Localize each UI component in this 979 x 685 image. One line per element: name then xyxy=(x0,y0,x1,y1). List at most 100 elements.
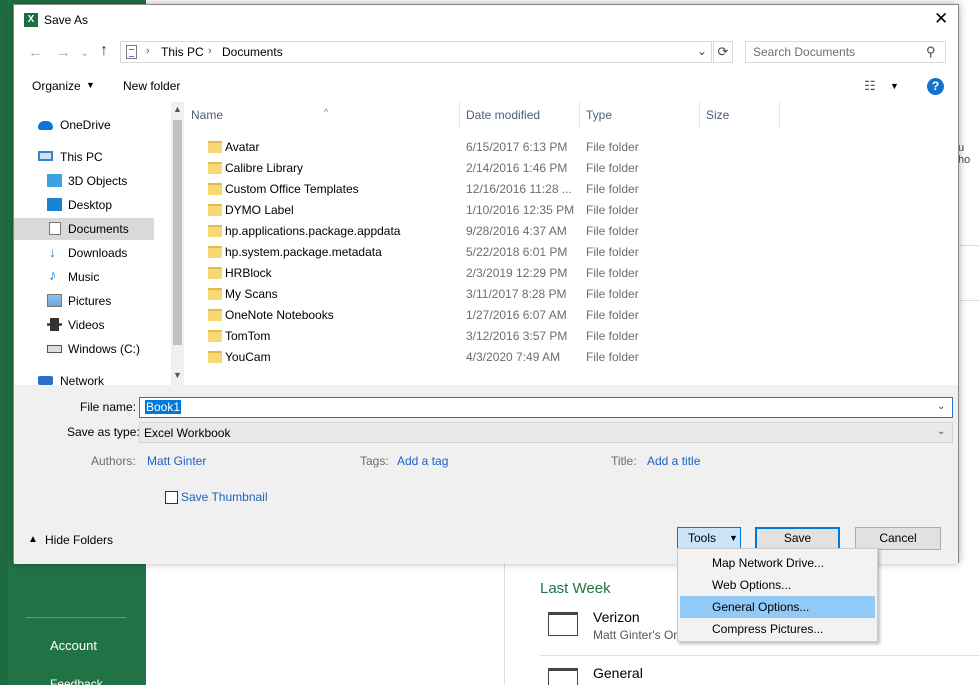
desktop-icon xyxy=(47,198,62,211)
menu-item-compress-pictures[interactable]: Compress Pictures... xyxy=(680,618,875,640)
file-date: 5/22/2018 6:01 PM xyxy=(466,245,568,259)
column-header-date[interactable]: Date modified xyxy=(460,102,580,128)
nav-item-onedrive[interactable]: OneDrive xyxy=(14,114,171,136)
scroll-up-icon[interactable]: ▲ xyxy=(173,104,182,114)
file-row[interactable]: OneNote Notebooks 1/27/2016 6:07 AM File… xyxy=(184,305,958,326)
file-date: 1/10/2016 12:35 PM xyxy=(466,203,575,217)
tools-label: Tools xyxy=(688,531,717,545)
title-field[interactable]: Add a title xyxy=(647,454,700,468)
address-bar[interactable]: › This PC › Documents ⌄ xyxy=(120,41,712,63)
close-button[interactable]: ✕ xyxy=(934,10,948,28)
file-type: File folder xyxy=(586,266,639,280)
search-input[interactable]: Search Documents ⚲ xyxy=(745,41,946,63)
file-row[interactable]: My Scans 3/11/2017 8:28 PM File folder xyxy=(184,284,958,305)
file-date: 3/11/2017 8:28 PM xyxy=(466,287,567,301)
up-arrow-icon[interactable]: ↑ xyxy=(100,42,108,60)
menu-item-web-options[interactable]: Web Options... xyxy=(680,574,875,596)
file-row[interactable]: Custom Office Templates 12/16/2016 11:28… xyxy=(184,179,958,200)
breadcrumb-this-pc[interactable]: This PC xyxy=(161,45,204,59)
file-name: TomTom xyxy=(225,329,271,343)
chevron-down-icon[interactable]: ⌄ xyxy=(937,426,945,437)
file-name: OneNote Notebooks xyxy=(225,308,334,322)
authors-field[interactable]: Matt Ginter xyxy=(147,454,206,468)
scrollbar-thumb[interactable] xyxy=(173,120,182,345)
folder-icon xyxy=(208,162,222,174)
file-row[interactable]: Avatar 6/15/2017 6:13 PM File folder xyxy=(184,137,958,158)
save-type-value: Excel Workbook xyxy=(144,426,231,440)
organize-button[interactable]: Organize xyxy=(32,79,81,93)
chevron-down-icon[interactable]: ⌄ xyxy=(937,401,945,412)
forward-arrow-icon[interactable]: → xyxy=(56,44,71,61)
file-type: File folder xyxy=(586,350,639,364)
folder-icon xyxy=(208,246,222,258)
nav-item-3d-objects[interactable]: 3D Objects xyxy=(14,170,171,192)
refresh-button[interactable]: ⟳ xyxy=(713,41,733,63)
nav-item-downloads[interactable]: ↓ Downloads xyxy=(14,242,171,264)
caret-down-icon[interactable]: ▼ xyxy=(890,81,899,91)
column-header-type[interactable]: Type xyxy=(580,102,700,128)
column-header-name[interactable]: ^ Name xyxy=(184,102,460,128)
cancel-button[interactable]: Cancel xyxy=(855,527,941,550)
save-type-select[interactable]: Excel Workbook ⌄ xyxy=(139,422,953,443)
pictures-icon xyxy=(47,294,62,307)
file-row[interactable]: TomTom 3/12/2016 3:57 PM File folder xyxy=(184,326,958,347)
file-row[interactable]: YouCam 4/3/2020 7:49 AM File folder xyxy=(184,347,958,368)
scroll-down-icon[interactable]: ▼ xyxy=(173,370,182,380)
nav-item-this-pc[interactable]: This PC xyxy=(14,146,171,168)
authors-label: Authors: xyxy=(91,454,136,468)
file-name-field[interactable]: Book1 ⌄ xyxy=(139,397,953,418)
column-header-size[interactable]: Size xyxy=(700,102,780,128)
file-list: ^ Name Date modified Type Size Avatar 6/… xyxy=(184,102,958,385)
breadcrumb-documents[interactable]: Documents xyxy=(222,45,283,59)
file-row[interactable]: Calibre Library 2/14/2016 1:46 PM File f… xyxy=(184,158,958,179)
file-row[interactable]: hp.system.package.metadata 5/22/2018 6:0… xyxy=(184,242,958,263)
nav-item-documents[interactable]: Documents xyxy=(14,218,154,240)
file-name: HRBlock xyxy=(225,266,272,280)
downloads-icon: ↓ xyxy=(49,244,56,260)
tools-button[interactable]: Tools ▼ xyxy=(677,527,741,550)
save-thumbnail-label[interactable]: Save Thumbnail xyxy=(181,490,268,504)
help-icon[interactable]: ? xyxy=(927,78,944,95)
nav-pane-scrollbar[interactable]: ▲ ▼ xyxy=(171,102,184,385)
tags-field[interactable]: Add a tag xyxy=(397,454,448,468)
file-row[interactable]: DYMO Label 1/10/2016 12:35 PM File folde… xyxy=(184,200,958,221)
save-button[interactable]: Save xyxy=(755,527,840,550)
breadcrumb-separator[interactable]: › xyxy=(146,45,150,57)
recent-file-name[interactable]: General xyxy=(593,665,643,681)
save-as-dialog: X Save As ✕ ← → ⌄ ↑ › This PC › Document… xyxy=(13,4,959,564)
recent-locations-icon[interactable]: ⌄ xyxy=(80,46,89,59)
nav-item-music[interactable]: ♪ Music xyxy=(14,266,171,288)
back-arrow-icon[interactable]: ← xyxy=(28,44,43,61)
file-name: hp.system.package.metadata xyxy=(225,245,382,259)
account-menu-item[interactable]: Account xyxy=(50,638,97,653)
recent-divider xyxy=(540,655,979,656)
menu-item-general-options[interactable]: General Options... xyxy=(680,596,875,618)
documents-icon xyxy=(49,222,61,235)
menu-item-map-network-drive[interactable]: Map Network Drive... xyxy=(680,552,875,574)
nav-item-pictures[interactable]: Pictures xyxy=(14,290,171,312)
feedback-menu-item[interactable]: Feedback xyxy=(50,677,103,685)
save-thumbnail-checkbox[interactable] xyxy=(165,491,178,504)
nav-item-windows-c[interactable]: Windows (C:) xyxy=(14,338,171,360)
tools-menu: Map Network Drive... Web Options... Gene… xyxy=(677,548,878,642)
sort-up-icon: ^ xyxy=(324,107,329,117)
caret-up-icon[interactable]: ▲ xyxy=(28,534,38,545)
last-week-heading: Last Week xyxy=(540,580,611,597)
file-type: File folder xyxy=(586,182,639,196)
nav-item-desktop[interactable]: Desktop xyxy=(14,194,171,216)
hide-folders-button[interactable]: Hide Folders xyxy=(45,533,113,547)
view-options-icon[interactable]: ☷ xyxy=(864,78,876,94)
navigation-bar: ← → ⌄ ↑ › This PC › Documents ⌄ ⟳ Search… xyxy=(14,35,958,71)
caret-down-icon[interactable]: ▼ xyxy=(86,80,95,90)
folder-icon xyxy=(208,267,222,279)
breadcrumb-separator[interactable]: › xyxy=(208,45,212,57)
folder-icon xyxy=(208,351,222,363)
recent-file-name[interactable]: Verizon xyxy=(593,609,640,625)
chevron-down-icon[interactable]: ⌄ xyxy=(697,44,707,58)
file-row[interactable]: hp.applications.package.appdata 9/28/201… xyxy=(184,221,958,242)
folder-icon xyxy=(208,330,222,342)
file-row[interactable]: HRBlock 2/3/2019 12:29 PM File folder xyxy=(184,263,958,284)
sidebar-divider xyxy=(26,617,126,618)
new-folder-button[interactable]: New folder xyxy=(123,79,180,93)
nav-item-videos[interactable]: Videos xyxy=(14,314,171,336)
